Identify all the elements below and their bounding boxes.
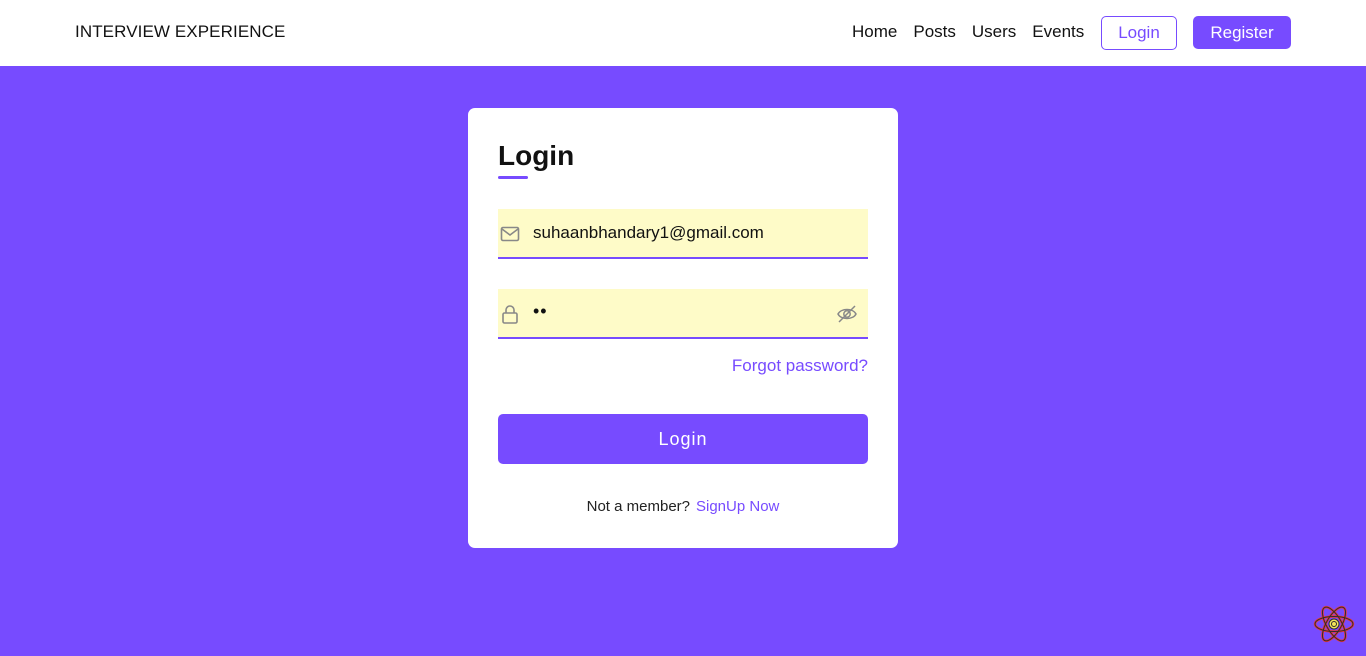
nav-register-button[interactable]: Register — [1193, 16, 1291, 49]
email-field[interactable]: suhaanbhandary1@gmail.com — [498, 209, 868, 259]
title-underline — [498, 176, 528, 179]
nav-links: Home Posts Users Events — [852, 22, 1084, 42]
signup-link[interactable]: SignUp Now — [696, 498, 779, 515]
mail-icon — [500, 226, 520, 242]
forgot-password-link[interactable]: Forgot password? — [732, 356, 868, 376]
login-title: Login — [498, 140, 575, 171]
navbar: INTERVIEW EXPERIENCE Home Posts Users Ev… — [0, 0, 1366, 66]
eye-slash-icon[interactable] — [836, 304, 858, 324]
nav-link-events[interactable]: Events — [1032, 22, 1084, 42]
signup-prompt: Not a member? SignUp Now — [468, 498, 898, 515]
nav-link-users[interactable]: Users — [972, 22, 1016, 42]
login-card: Login suhaanbhandary1@gmail.com •• Forgo… — [468, 108, 898, 548]
nav-link-posts[interactable]: Posts — [913, 22, 956, 42]
nav-login-button[interactable]: Login — [1101, 16, 1177, 50]
password-field[interactable]: •• — [498, 289, 868, 339]
react-devtools-icon[interactable] — [1313, 603, 1355, 645]
brand-title[interactable]: INTERVIEW EXPERIENCE — [75, 22, 285, 42]
nav-link-home[interactable]: Home — [852, 22, 897, 42]
email-value: suhaanbhandary1@gmail.com — [533, 223, 764, 242]
login-submit-button[interactable]: Login — [498, 414, 868, 464]
not-member-text: Not a member? — [586, 498, 690, 515]
password-value: •• — [533, 301, 548, 321]
lock-icon — [502, 305, 518, 324]
